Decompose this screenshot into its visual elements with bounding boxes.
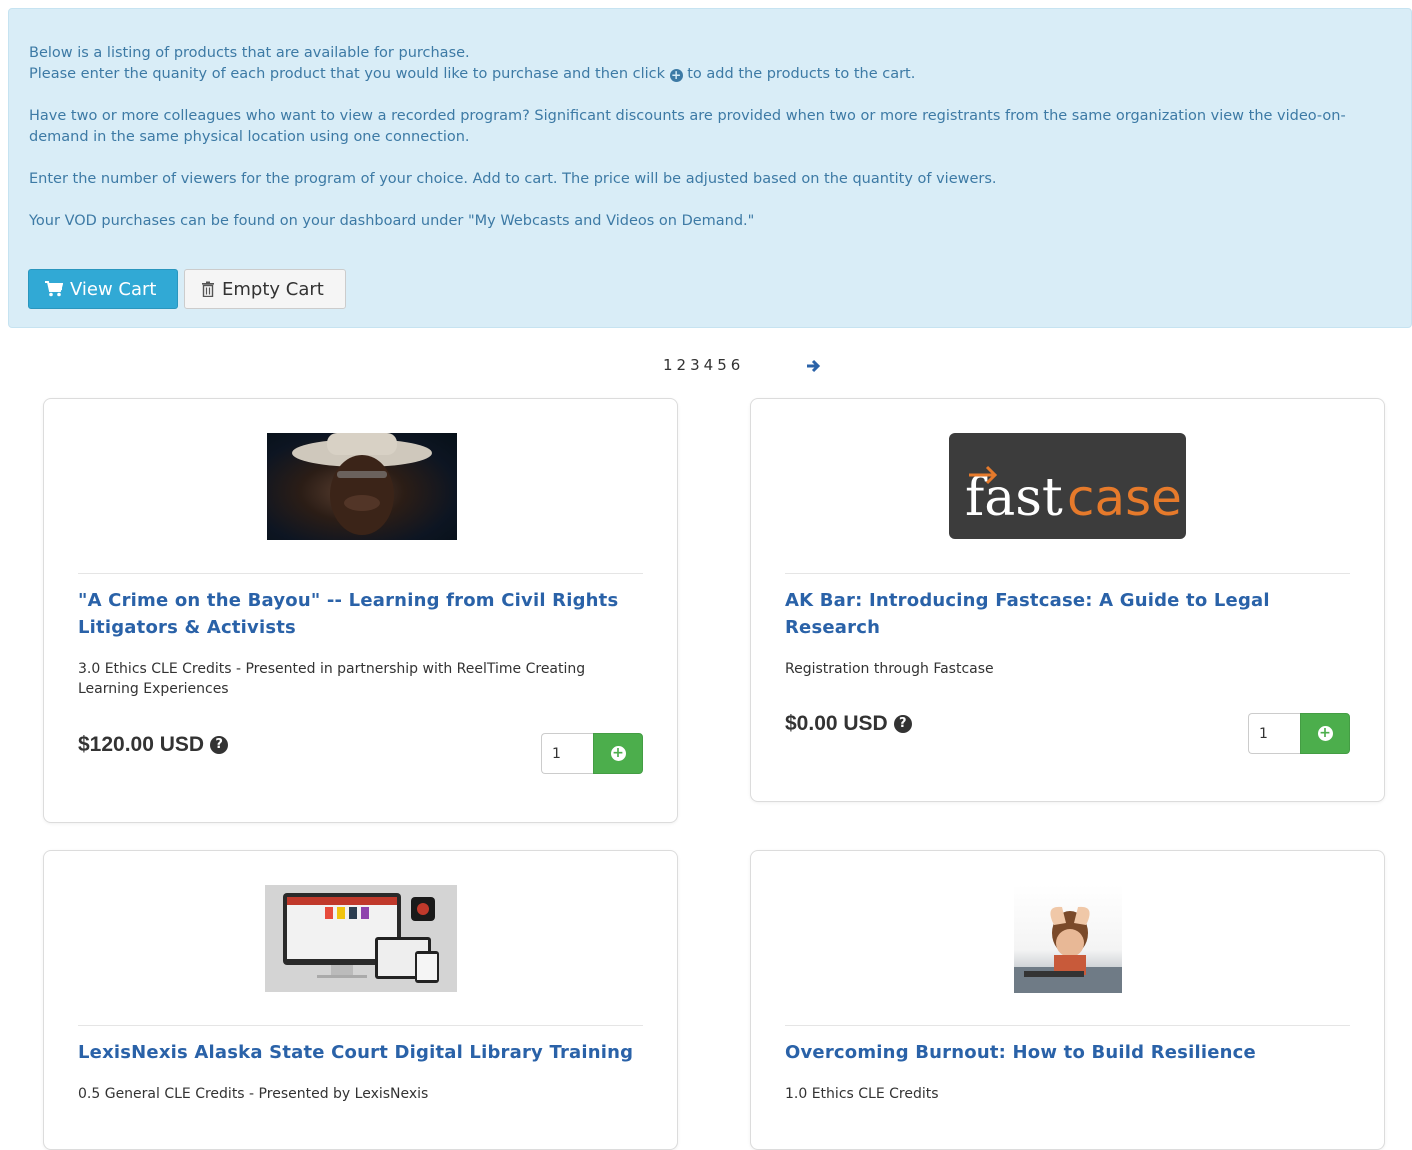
page-link-2[interactable]: 2 xyxy=(677,356,687,374)
shopping-cart-icon xyxy=(45,281,63,297)
product-description: 0.5 General CLE Credits - Presented by L… xyxy=(78,1086,429,1102)
product-title-link[interactable]: LexisNexis Alaska State Court Digital Li… xyxy=(78,1039,643,1066)
question-circle-icon[interactable]: ? xyxy=(893,715,912,733)
page-link-3[interactable]: 3 xyxy=(690,356,700,374)
price-value: $0.00 USD xyxy=(785,712,888,735)
page-link-4[interactable]: 4 xyxy=(704,356,714,374)
intro-line-2-pre: Please enter the quanity of each product… xyxy=(29,66,666,82)
product-title-link[interactable]: AK Bar: Introducing Fastcase: A Guide to… xyxy=(785,587,1350,641)
card-divider xyxy=(78,1025,643,1026)
quantity-group: + xyxy=(1248,713,1350,754)
view-cart-button[interactable]: View Cart xyxy=(28,269,178,309)
product-description: 1.0 Ethics CLE Credits xyxy=(785,1086,939,1102)
product-card: fast case AK Bar: Introducing Fastcase: … xyxy=(750,398,1385,802)
page-link-1[interactable]: 1 xyxy=(663,356,673,374)
card-divider xyxy=(785,573,1350,574)
product-price: $120.00 USD ? xyxy=(78,733,229,757)
intro-viewers-text: Enter the number of viewers for the prog… xyxy=(29,171,997,187)
quantity-input[interactable] xyxy=(541,733,593,774)
cart-button-row: View Cart Empty Cart xyxy=(28,269,346,309)
product-image[interactable] xyxy=(267,433,457,540)
info-panel: Below is a listing of products that are … xyxy=(8,8,1412,328)
product-card: Overcoming Burnout: How to Build Resilie… xyxy=(750,850,1385,1150)
product-image[interactable]: fast case xyxy=(949,433,1186,539)
product-title-link[interactable]: "A Crime on the Bayou" -- Learning from … xyxy=(78,587,643,641)
empty-cart-label: Empty Cart xyxy=(222,278,324,300)
intro-line-2-post: to add the products to the cart. xyxy=(687,66,916,82)
pagination: 1 2 3 4 5 6 xyxy=(663,356,740,374)
price-value: $120.00 USD xyxy=(78,733,205,756)
view-cart-label: View Cart xyxy=(70,278,157,300)
intro-dashboard-text: Your VOD purchases can be found on your … xyxy=(29,213,755,229)
logo-text-case: case xyxy=(1067,469,1182,527)
card-divider xyxy=(785,1025,1350,1026)
page-link-5[interactable]: 5 xyxy=(717,356,727,374)
intro-discount-text: Have two or more colleagues who want to … xyxy=(29,108,1346,145)
logo-text-fast: fast xyxy=(965,468,1063,528)
product-card: "A Crime on the Bayou" -- Learning from … xyxy=(43,398,678,823)
plus-circle-icon: + xyxy=(1317,725,1333,741)
quantity-input[interactable] xyxy=(1248,713,1300,754)
add-to-cart-button[interactable]: + xyxy=(593,733,643,774)
page-link-6[interactable]: 6 xyxy=(731,356,741,374)
arrow-right-icon[interactable] xyxy=(806,358,822,374)
product-card: LexisNexis Alaska State Court Digital Li… xyxy=(43,850,678,1150)
trash-icon xyxy=(202,281,214,297)
plus-circle-icon: + xyxy=(610,745,626,761)
intro-line-2: Please enter the quanity of each product… xyxy=(29,64,1391,85)
product-price: $0.00 USD ? xyxy=(785,712,912,736)
intro-line-1: Below is a listing of products that are … xyxy=(29,45,470,61)
product-image[interactable] xyxy=(1014,885,1122,993)
product-description: 3.0 Ethics CLE Credits - Presented in pa… xyxy=(78,661,586,697)
plus-circle-icon: + xyxy=(669,68,683,82)
empty-cart-button[interactable]: Empty Cart xyxy=(184,269,346,309)
question-circle-icon[interactable]: ? xyxy=(210,736,229,754)
product-title-link[interactable]: Overcoming Burnout: How to Build Resilie… xyxy=(785,1039,1350,1066)
quantity-group: + xyxy=(541,733,643,774)
add-to-cart-button[interactable]: + xyxy=(1300,713,1350,754)
product-image[interactable] xyxy=(265,885,457,992)
card-divider xyxy=(78,573,643,574)
product-description: Registration through Fastcase xyxy=(785,661,994,677)
